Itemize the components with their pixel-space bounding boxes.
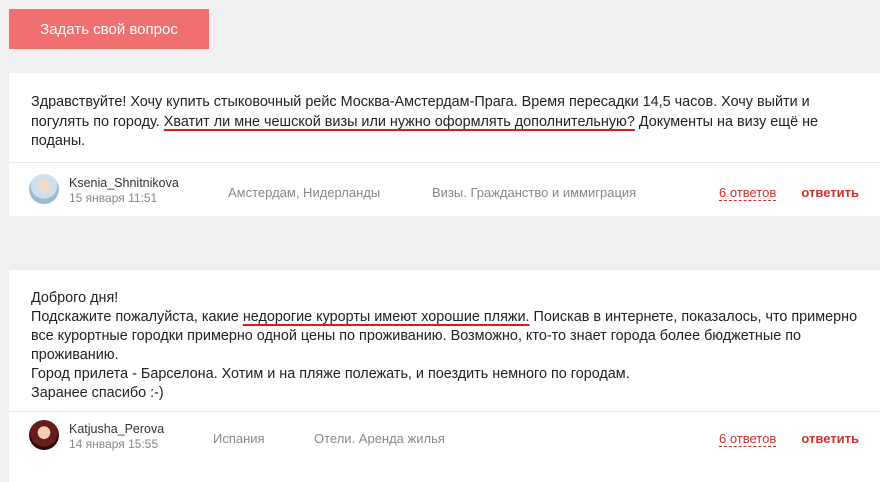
- answers-count-link[interactable]: 6 ответов: [719, 185, 777, 201]
- question-card: Доброго дня! Подскажите пожалуйста, каки…: [9, 270, 880, 482]
- category-link[interactable]: Визы. Гражданство и иммиграция: [432, 185, 636, 200]
- highlighted-question: недорогие курорты имеют хорошие пляжи.: [242, 309, 530, 325]
- post-date: 15 января 11:51: [69, 191, 158, 205]
- author-name[interactable]: Ksenia_Shnitnikova: [69, 176, 179, 190]
- location-link[interactable]: Испания: [213, 431, 265, 446]
- divider: [9, 411, 880, 412]
- question-meta: Ksenia_Shnitnikova 15 января 11:51 Амсте…: [9, 174, 880, 206]
- question-meta: Katjusha_Perova 14 января 15:55 Испания …: [9, 420, 880, 452]
- greeting-line: Доброго дня!: [31, 290, 119, 306]
- question-text-start: Подскажите пожалуйста, какие: [31, 309, 243, 325]
- question-line: Город прилета - Барселона. Хотим и на пл…: [31, 366, 630, 382]
- category-link[interactable]: Отели. Аренда жилья: [314, 431, 445, 446]
- ask-question-button[interactable]: Задать свой вопрос: [9, 9, 209, 49]
- author-name[interactable]: Katjusha_Perova: [69, 422, 164, 436]
- reply-button[interactable]: ответить: [801, 431, 859, 446]
- question-paragraph: Подскажите пожалуйста, какие недорогие к…: [31, 308, 866, 365]
- post-date: 14 января 15:55: [69, 437, 159, 451]
- question-text: Доброго дня! Подскажите пожалуйста, каки…: [31, 289, 866, 403]
- thanks-line: Заранее спасибо :-): [31, 385, 164, 401]
- question-text: Здравствуйте! Хочу купить стыковочный ре…: [31, 93, 866, 152]
- reply-button[interactable]: ответить: [801, 185, 859, 200]
- divider: [9, 162, 880, 163]
- avatar[interactable]: [29, 174, 59, 204]
- answers-count-link[interactable]: 6 ответов: [719, 431, 777, 447]
- location-link[interactable]: Амстердам, Нидерланды: [228, 185, 380, 200]
- avatar[interactable]: [29, 420, 59, 450]
- question-card: Здравствуйте! Хочу купить стыковочный ре…: [9, 73, 880, 216]
- highlighted-question: Хватит ли мне чешской визы или нужно офо…: [163, 113, 635, 130]
